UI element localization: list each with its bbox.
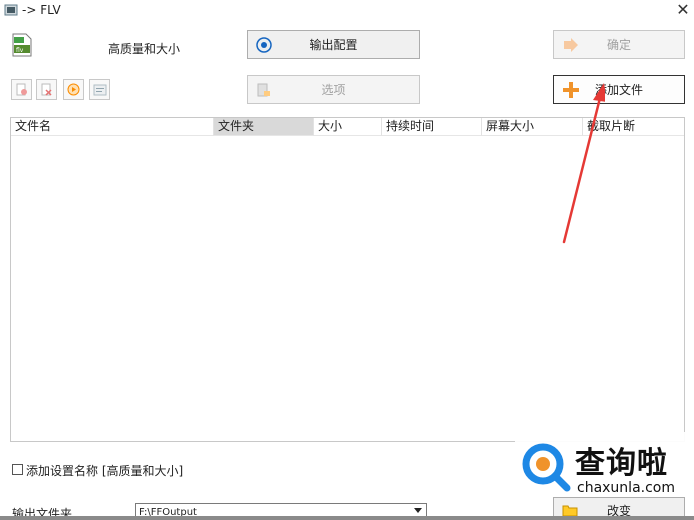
media-info-icon[interactable] xyxy=(89,79,110,100)
magnifier-logo-icon xyxy=(522,443,571,492)
add-setting-name-label: 添加设置名称 [高质量和大小] xyxy=(26,464,184,478)
settings-disc-icon xyxy=(256,36,272,53)
window-title: -> FLV xyxy=(22,3,61,17)
svg-text:flv: flv xyxy=(16,47,24,54)
add-setting-name-checkbox[interactable] xyxy=(12,464,23,475)
close-icon[interactable]: ✕ xyxy=(674,1,692,19)
watermark-url: chaxunla.com xyxy=(577,480,675,496)
taskbar-strip xyxy=(0,516,694,520)
column-header-duration[interactable]: 持续时间 xyxy=(382,118,482,136)
chevron-down-icon xyxy=(414,508,422,513)
profile-label: 高质量和大小 xyxy=(108,42,181,56)
flv-file-icon: flv xyxy=(12,33,32,57)
column-header-size[interactable]: 大小 xyxy=(314,118,382,136)
annotation-arrow xyxy=(562,83,605,244)
options-icon xyxy=(257,83,270,96)
play-icon[interactable] xyxy=(63,79,84,100)
options-button[interactable]: 选项 xyxy=(247,75,420,104)
title-bar xyxy=(0,0,694,22)
app-icon xyxy=(4,4,18,16)
watermark-text: 查询啦 xyxy=(575,446,668,481)
options-label: 选项 xyxy=(321,83,346,97)
column-header-folder[interactable]: 文件夹 xyxy=(214,118,314,136)
folder-icon xyxy=(562,505,578,517)
remove-icon[interactable] xyxy=(11,79,32,100)
output-config-button[interactable]: 输出配置 xyxy=(247,30,420,59)
ok-button[interactable]: 确定 xyxy=(553,30,685,59)
output-config-label: 输出配置 xyxy=(309,38,358,52)
watermark: 查询啦 chaxunla.com xyxy=(515,432,694,502)
clear-icon[interactable] xyxy=(36,79,57,100)
ok-label: 确定 xyxy=(606,38,631,52)
arrow-right-icon xyxy=(564,37,578,52)
column-header-filename[interactable]: 文件名 xyxy=(11,118,214,136)
